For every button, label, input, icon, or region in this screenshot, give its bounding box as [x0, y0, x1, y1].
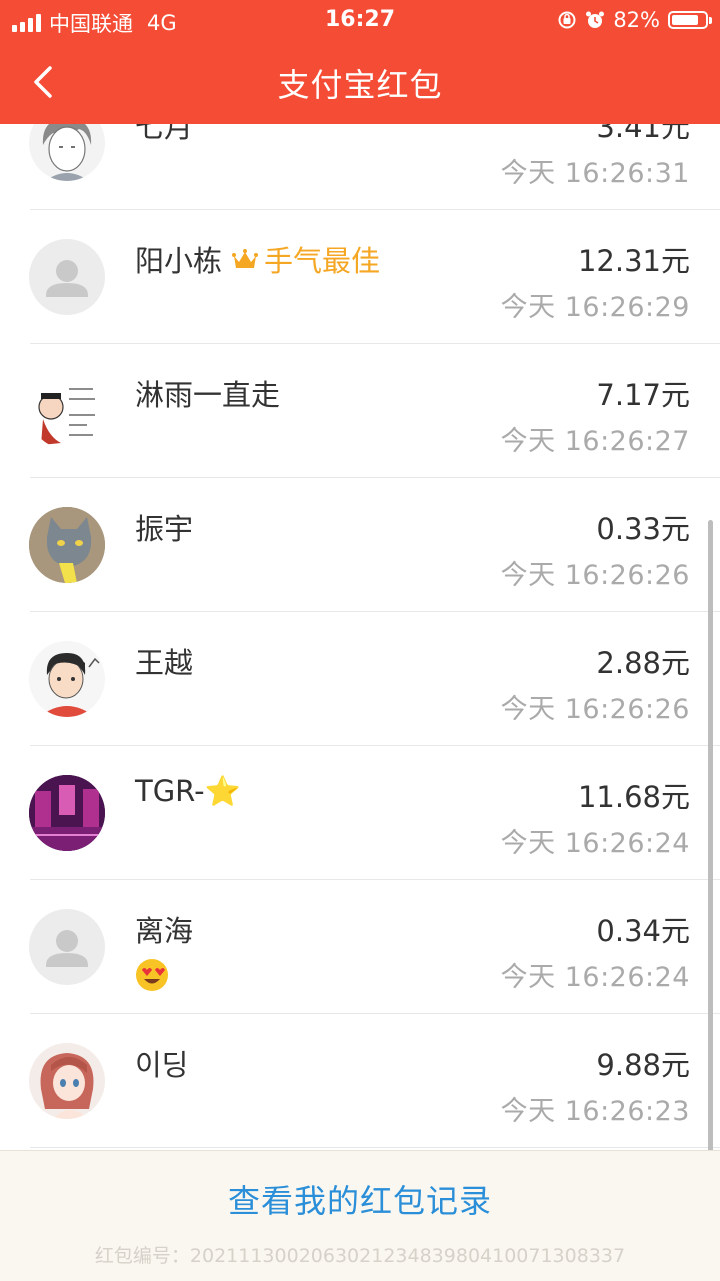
- best-luck-label: 手气最佳: [264, 244, 381, 278]
- default-avatar[interactable]: [29, 909, 105, 985]
- member-name: 阳小栋: [135, 244, 223, 278]
- alarm-icon: [586, 11, 605, 28]
- amount: 9.88元: [596, 1048, 690, 1082]
- list-item[interactable]: TGR-⭐ 11.68元 今天 16:26:24: [0, 746, 720, 880]
- list-item[interactable]: 离海 0.34元 今天 16:26:24: [0, 880, 720, 1014]
- timestamp: 今天 16:26:26: [500, 560, 690, 591]
- best-luck-badge: 手气最佳: [232, 238, 380, 280]
- meme-avatar[interactable]: [29, 373, 105, 449]
- member-name: 王越: [135, 646, 194, 680]
- cartoon-boy-avatar[interactable]: [29, 641, 105, 717]
- timestamp: 今天 16:26:26: [500, 694, 690, 725]
- timestamp: 今天 16:26:31: [500, 158, 690, 189]
- amount: 11.68元: [577, 780, 690, 814]
- member-name: 振宇: [135, 512, 194, 546]
- member-name-row: 阳小栋 手气最佳: [135, 238, 380, 280]
- scrollbar[interactable]: [708, 520, 713, 1260]
- amount: 7.17元: [596, 378, 690, 412]
- timestamp: 今天 16:26:29: [500, 292, 690, 323]
- cat-avatar[interactable]: [29, 507, 105, 583]
- red-packet-record-list[interactable]: 七月 3.41元 今天 16:26:31 阳小栋 手气最佳 12.31元 今天 …: [0, 76, 720, 1148]
- member-name: 이딩: [135, 1048, 189, 1082]
- list-item[interactable]: 振宇 0.33元 今天 16:26:26: [0, 478, 720, 612]
- list-item[interactable]: 淋雨一直走 7.17元 今天 16:26:27: [0, 344, 720, 478]
- list-item[interactable]: 이딩 9.88元 今天 16:26:23: [0, 1014, 720, 1148]
- navigation-bar: 支付宝红包: [0, 40, 720, 124]
- member-name: 离海: [135, 914, 194, 948]
- amount: 12.31元: [577, 244, 690, 278]
- amount: 2.88元: [596, 646, 690, 680]
- timestamp: 今天 16:26:24: [500, 828, 690, 859]
- heart-eyes-emoji-icon: [135, 958, 169, 996]
- list-item[interactable]: 阳小栋 手气最佳 12.31元 今天 16:26:29: [0, 210, 720, 344]
- battery-icon: [668, 11, 712, 29]
- page-title: 支付宝红包: [277, 66, 443, 104]
- member-name: 淋雨一直走: [135, 378, 281, 412]
- member-name: TGR-⭐: [135, 774, 241, 808]
- footer: 查看我的红包记录 红包编号：20211130020630212348398041…: [0, 1150, 720, 1281]
- view-my-red-packet-records-link[interactable]: 查看我的红包记录: [0, 1176, 720, 1222]
- list-item[interactable]: 王越 2.88元 今天 16:26:26: [0, 612, 720, 746]
- default-avatar[interactable]: [29, 239, 105, 315]
- timestamp: 今天 16:26:23: [500, 1096, 690, 1127]
- battery-percent: 82%: [613, 8, 660, 32]
- divider: [30, 1147, 720, 1148]
- status-bar: 中国联通 4G 16:27 82%: [0, 0, 720, 40]
- timestamp: 今天 16:26:24: [500, 962, 690, 993]
- rotation-lock-icon: [558, 11, 576, 29]
- purple-room-avatar[interactable]: [29, 775, 105, 851]
- crown-icon: [232, 249, 259, 268]
- amount: 0.34元: [596, 914, 690, 948]
- timestamp: 今天 16:26:27: [500, 426, 690, 457]
- amount: 0.33元: [596, 512, 690, 546]
- red-packet-serial-number: 红包编号：20211130020630212348398041007130833…: [94, 1245, 626, 1267]
- anime-girl-avatar[interactable]: [29, 1043, 105, 1119]
